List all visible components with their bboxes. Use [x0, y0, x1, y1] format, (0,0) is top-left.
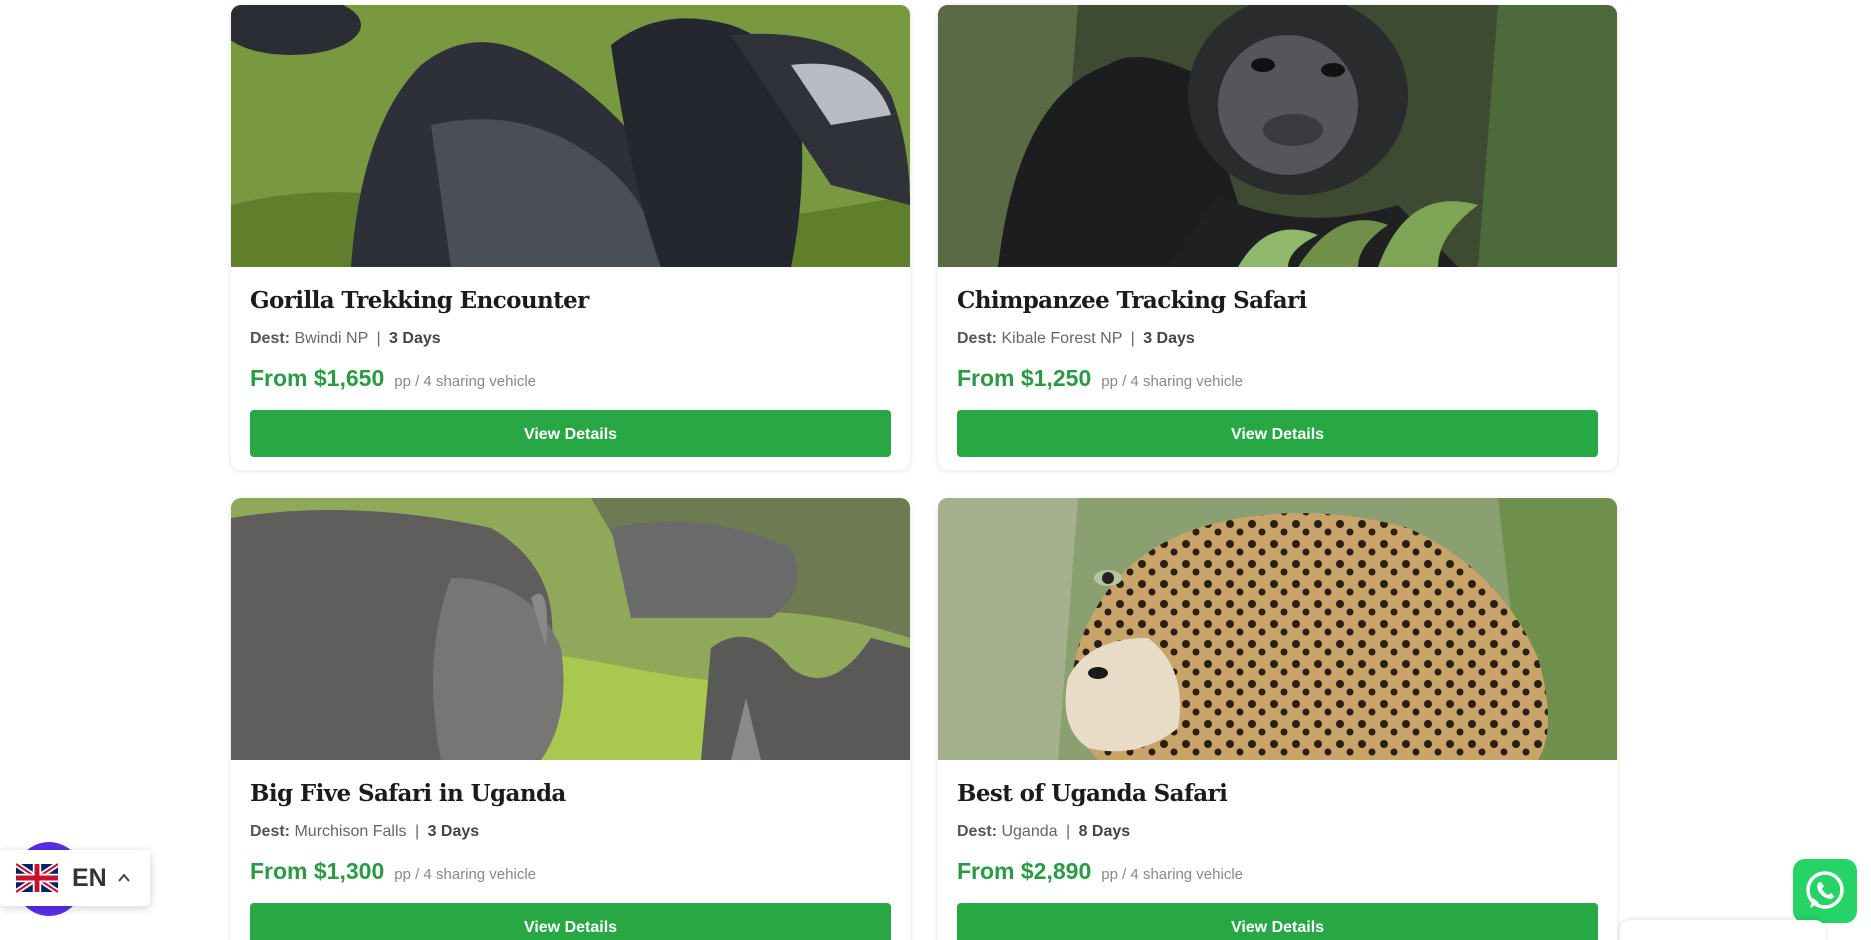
dest-value: Kibale Forest NP [1001, 330, 1123, 347]
duration: 3 Days [1143, 330, 1195, 347]
language-switcher[interactable]: EN [0, 850, 150, 906]
tour-image-leopard[interactable] [938, 498, 1617, 760]
tour-card: Chimpanzee Tracking Safari Dest: Kibale … [938, 5, 1617, 470]
separator: | [1065, 823, 1071, 840]
duration: 3 Days [389, 330, 441, 347]
view-details-button[interactable]: View Details [957, 903, 1598, 940]
price-note: pp / 4 sharing vehicle [1101, 866, 1244, 883]
tour-meta: Dest: Murchison Falls | 3 Days [250, 820, 891, 844]
separator: | [376, 330, 381, 347]
tour-title[interactable]: Gorilla Trekking Encounter [250, 285, 891, 317]
price-note: pp / 4 sharing vehicle [394, 866, 537, 883]
chimpanzee-photo [938, 5, 1617, 267]
separator: | [414, 823, 420, 840]
dest-value: Murchison Falls [294, 823, 407, 840]
price-note: pp / 4 sharing vehicle [1101, 373, 1244, 390]
view-details-button[interactable]: View Details [250, 410, 891, 457]
whatsapp-icon [1806, 871, 1844, 909]
tour-image-chimpanzee[interactable] [938, 5, 1617, 267]
rhinoceros-photo [231, 498, 910, 760]
separator: | [1130, 330, 1135, 347]
tour-title[interactable]: Big Five Safari in Uganda [250, 778, 891, 810]
uk-flag-icon [16, 863, 58, 893]
price-row: From $1,250 pp / 4 sharing vehicle [957, 365, 1598, 392]
price-note: pp / 4 sharing vehicle [394, 373, 537, 390]
dest-label: Dest: [250, 823, 291, 840]
whatsapp-button[interactable] [1793, 859, 1857, 923]
price: From $1,300 [250, 858, 385, 884]
tour-image-rhinoceros[interactable] [231, 498, 910, 760]
chevron-up-icon [117, 873, 130, 882]
view-details-button[interactable]: View Details [250, 903, 891, 940]
price: From $2,890 [957, 858, 1092, 884]
tour-title[interactable]: Chimpanzee Tracking Safari [957, 285, 1598, 317]
tour-card: Best of Uganda Safari Dest: Uganda | 8 D… [938, 498, 1617, 940]
view-details-button[interactable]: View Details [957, 410, 1598, 457]
price: From $1,650 [250, 365, 385, 391]
tour-card: Big Five Safari in Uganda Dest: Murchiso… [231, 498, 910, 940]
dest-label: Dest: [250, 330, 291, 347]
leopard-photo [938, 498, 1617, 760]
duration: 8 Days [1078, 823, 1131, 840]
dest-label: Dest: [957, 330, 998, 347]
tour-card: Gorilla Trekking Encounter Dest: Bwindi … [231, 5, 910, 470]
language-code: EN [72, 863, 107, 892]
corner-panel [1620, 920, 1825, 940]
dest-label: Dest: [957, 823, 998, 840]
duration: 3 Days [427, 823, 480, 840]
price-row: From $2,890 pp / 4 sharing vehicle [957, 858, 1598, 885]
price-row: From $1,300 pp / 4 sharing vehicle [250, 858, 891, 885]
tour-meta: Dest: Uganda | 8 Days [957, 820, 1598, 844]
price: From $1,250 [957, 365, 1092, 391]
price-row: From $1,650 pp / 4 sharing vehicle [250, 365, 891, 392]
tour-meta: Dest: Kibale Forest NP | 3 Days [957, 327, 1598, 351]
gorilla-photo [231, 5, 910, 267]
tour-image-gorillas[interactable] [231, 5, 910, 267]
dest-value: Bwindi NP [294, 330, 368, 347]
dest-value: Uganda [1001, 823, 1058, 840]
tour-title[interactable]: Best of Uganda Safari [957, 778, 1598, 810]
page: Gorilla Trekking Encounter Dest: Bwindi … [0, 0, 1871, 940]
tour-grid: Gorilla Trekking Encounter Dest: Bwindi … [231, 5, 1617, 940]
tour-meta: Dest: Bwindi NP | 3 Days [250, 327, 891, 351]
